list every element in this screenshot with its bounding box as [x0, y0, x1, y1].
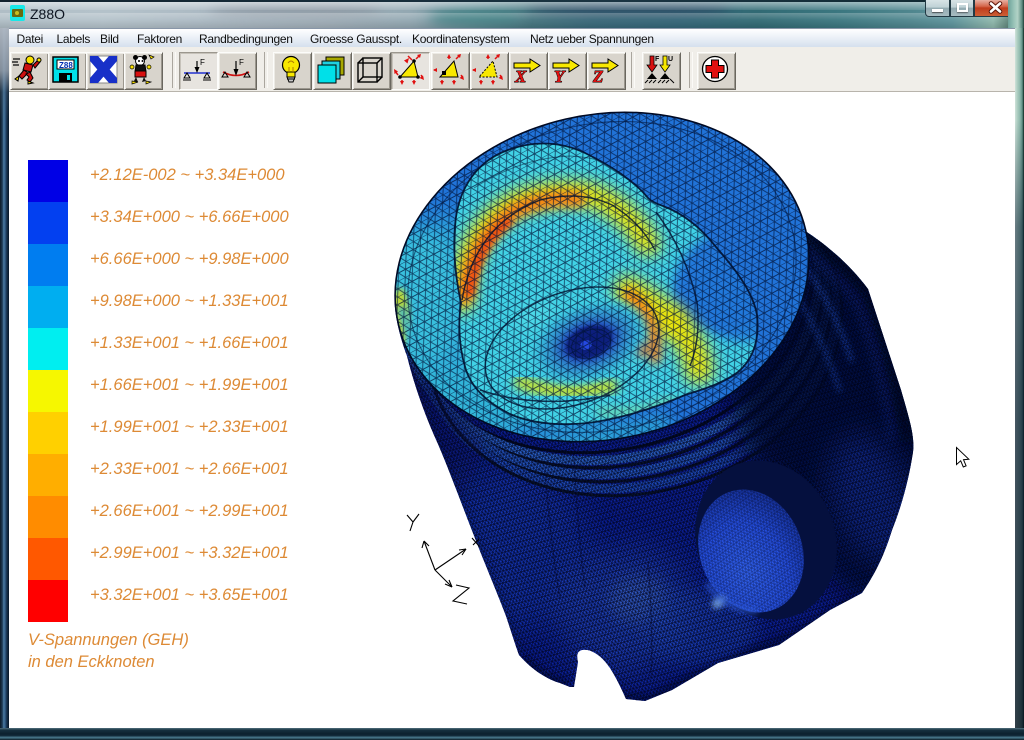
svg-text:Y: Y [554, 67, 566, 86]
svg-text:Z88: Z88 [59, 61, 73, 70]
svg-text:X: X [514, 67, 527, 86]
svg-text:F: F [239, 58, 244, 67]
svg-text:F: F [200, 58, 205, 67]
svg-text:F: F [655, 56, 660, 63]
svg-text:U: U [668, 56, 673, 63]
svg-text:Z: Z [592, 67, 603, 86]
